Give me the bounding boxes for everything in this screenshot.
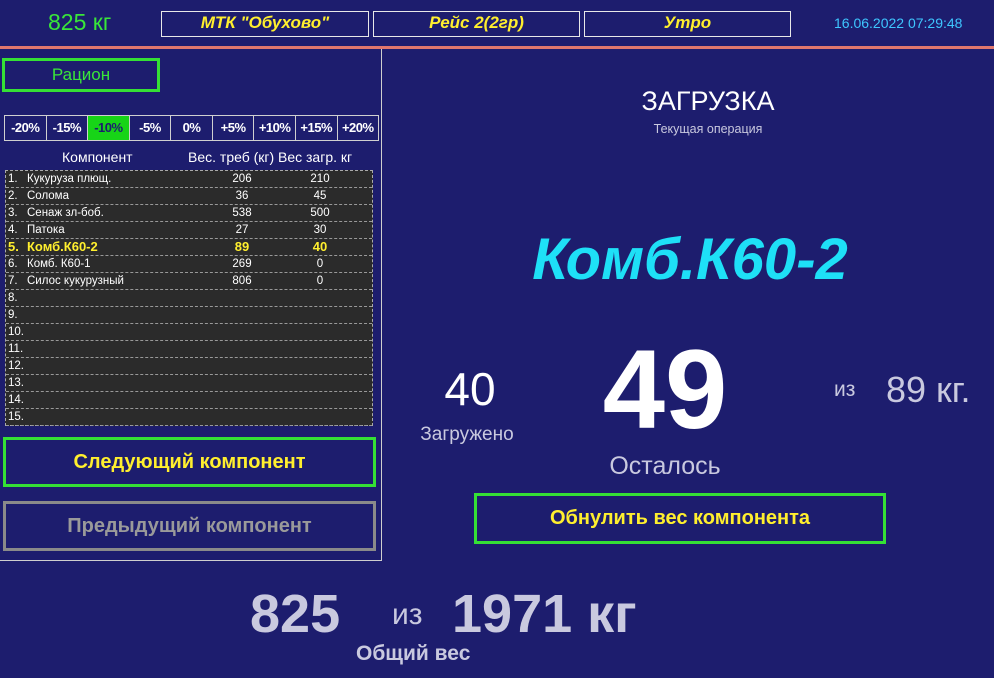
percent-button[interactable]: +10% — [253, 115, 296, 141]
table-row[interactable]: 9. — [6, 307, 372, 324]
percent-adjust-bar: -20% -15% -10% -5% 0% +5% +10% +15% +20% — [4, 115, 380, 141]
row-loaded-weight: 0 — [316, 258, 324, 270]
row-loaded-weight: 500 — [310, 207, 330, 219]
farm-label: МТК "Обухово" — [161, 11, 369, 37]
table-row[interactable]: 2. Солома 36 45 — [6, 188, 372, 205]
of-label: из — [834, 378, 856, 401]
operation-title: ЗАГРУЗКА — [641, 86, 775, 116]
percent-button[interactable]: 0% — [170, 115, 213, 141]
table-row[interactable]: 7. Силос кукурузный 806 0 — [6, 273, 372, 290]
row-number: 10. — [8, 326, 24, 338]
column-header-required: Вес. треб (кг) — [188, 149, 275, 165]
row-required-weight: 538 — [232, 207, 252, 219]
percent-button[interactable]: -5% — [128, 115, 172, 141]
row-number: 12. — [8, 360, 24, 372]
shift-label: Утро — [584, 11, 791, 37]
next-component-button[interactable]: Следующий компонент — [3, 437, 376, 487]
row-number: 2. — [8, 190, 18, 202]
row-number: 1. — [8, 173, 18, 185]
table-row[interactable]: 12. — [6, 358, 372, 375]
datetime: 16.06.2022 07:29:48 — [834, 15, 963, 31]
total-target-weight: 1971 кг — [452, 584, 637, 644]
loaded-label: Загружено — [420, 424, 514, 445]
row-required-weight: 36 — [235, 190, 249, 202]
percent-button[interactable]: +15% — [294, 115, 338, 141]
row-number: 8. — [8, 292, 18, 304]
row-number: 5. — [8, 239, 19, 254]
row-number: 3. — [8, 207, 18, 219]
table-row[interactable]: 5. Комб.К60-2 89 40 — [6, 239, 372, 256]
table-row[interactable]: 8. — [6, 290, 372, 307]
remaining-label: Осталось — [609, 452, 721, 480]
row-loaded-weight: 45 — [313, 190, 327, 202]
component-target-weight: 89 кг. — [886, 369, 971, 410]
row-required-weight: 269 — [232, 258, 252, 270]
table-row[interactable]: 4. Патока 27 30 — [6, 222, 372, 239]
row-number: 7. — [8, 275, 18, 287]
total-weight-label: Общий вес — [356, 642, 471, 665]
row-loaded-weight: 40 — [312, 239, 328, 254]
row-loaded-weight: 210 — [310, 173, 330, 185]
row-number: 9. — [8, 309, 18, 321]
percent-button[interactable]: +5% — [211, 115, 255, 141]
table-row[interactable]: 6. Комб. К60-1 269 0 — [6, 256, 372, 273]
previous-component-button[interactable]: Предыдущий компонент — [3, 501, 376, 551]
row-component-name: Комб.К60-2 — [27, 239, 98, 254]
row-number: 13. — [8, 377, 24, 389]
row-component-name: Сенаж зл-боб. — [27, 207, 104, 219]
table-row[interactable]: 10. — [6, 324, 372, 341]
row-number: 15. — [8, 411, 24, 423]
operation-subtitle: Текущая операция — [653, 122, 763, 136]
total-of-label: из — [392, 598, 423, 631]
row-component-name: Кукуруза плющ. — [27, 173, 112, 185]
ration-button[interactable]: Рацион — [2, 58, 160, 92]
percent-button[interactable]: -15% — [45, 115, 89, 141]
percent-button[interactable]: -20% — [4, 115, 47, 141]
row-required-weight: 89 — [234, 239, 250, 254]
table-row[interactable]: 1. Кукуруза плющ. 206 210 — [6, 171, 372, 188]
percent-button[interactable]: -10% — [87, 115, 130, 141]
row-number: 6. — [8, 258, 18, 270]
total-current-weight: 825 — [250, 584, 341, 644]
remaining-value: 49 — [602, 327, 728, 452]
reset-component-weight-button[interactable]: Обнулить вес компонента — [474, 493, 886, 544]
row-component-name: Комб. К60-1 — [27, 258, 91, 270]
table-row[interactable]: 3. Сенаж зл-боб. 538 500 — [6, 205, 372, 222]
current-component-name: Комб.К60-2 — [532, 227, 848, 292]
components-table: 1. Кукуруза плющ. 206 210 2. Солома 36 45 3. Сена… — [5, 170, 373, 426]
row-component-name: Патока — [27, 224, 65, 236]
percent-button[interactable]: +20% — [336, 115, 380, 141]
row-loaded-weight: 0 — [316, 275, 324, 287]
column-header-component: Компонент — [62, 149, 133, 165]
table-row[interactable]: 13. — [6, 375, 372, 392]
row-required-weight: 206 — [232, 173, 252, 185]
row-component-name: Силос кукурузный — [27, 275, 124, 287]
row-number: 4. — [8, 224, 18, 236]
loaded-value: 40 — [444, 363, 496, 415]
trip-label: Рейс 2(2гр) — [373, 11, 580, 37]
row-required-weight: 27 — [235, 224, 249, 236]
column-header-loaded: Вес загр. кг — [278, 149, 353, 165]
row-loaded-weight: 30 — [313, 224, 327, 236]
table-row[interactable]: 15. — [6, 409, 372, 426]
row-required-weight: 806 — [232, 275, 252, 287]
row-number: 11. — [8, 343, 24, 355]
table-row[interactable]: 14. — [6, 392, 372, 409]
row-number: 14. — [8, 394, 24, 406]
row-component-name: Солома — [27, 190, 69, 202]
current-weight: 825 кг — [48, 9, 112, 35]
table-row[interactable]: 11. — [6, 341, 372, 358]
